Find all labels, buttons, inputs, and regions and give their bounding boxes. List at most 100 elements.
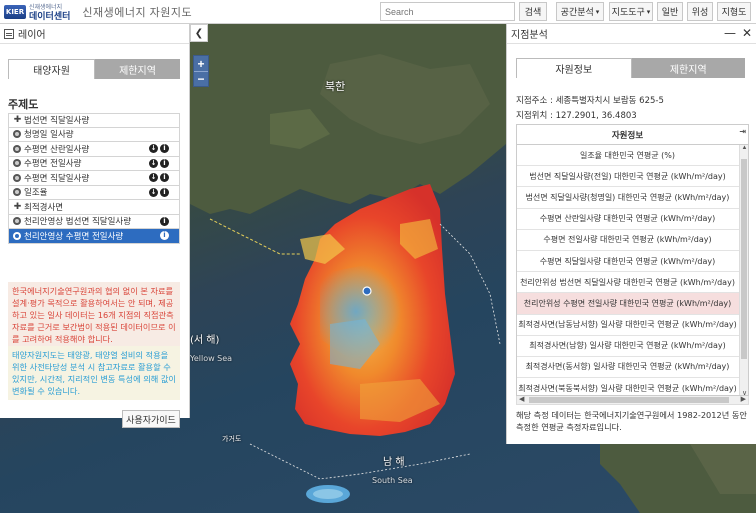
layer-item-clear-sky[interactable]: 청명일 일사량 [8,127,180,142]
label-south-sea: 남 해 [383,457,405,468]
menu-spatial-analysis[interactable]: 공간분석 ▾ [556,2,604,21]
logo-mark: KIER [4,4,26,19]
globe-icon [13,188,21,197]
table-row[interactable]: 수평면 전일사량 대한민국 연평균 (kWh/m²/day) [517,230,748,251]
notice-warning: 한국에너지기술연구원과의 협의 없이 본 자료를 설계·평가 목적으로 활용하여… [8,282,180,348]
search-input[interactable] [380,2,515,21]
layer-item-sunshine[interactable]: 일조율 ↓ i [8,185,180,200]
point-address-block: 지점주소 : 세종특별자치시 보람동 625-5 지점위치 : 127.2901… [516,94,664,124]
info-icon[interactable]: i [160,173,169,182]
scrollbar-thumb[interactable] [741,159,747,359]
table-cell: 수평면 직달일사량 대한민국 연평균 (kWh/m²/day) [539,256,716,266]
globe-icon [13,231,21,240]
tab-resource-info[interactable]: 자원정보 [516,58,632,78]
download-icon[interactable]: ↓ [149,173,158,182]
menu-map-tools[interactable]: 지도도구 ▾ [609,2,653,21]
table-cell: 일조율 대한민국 연평균 (%) [579,150,676,160]
site-title: 신재생에너지 자원지도 [82,6,193,19]
layer-item-dni[interactable]: ✚ 법선면 직달일사량 [8,113,180,128]
table-cell: 최적경사면(남동남서향) 일사량 대한민국 연평균 (kWh/m²/day) [518,320,737,330]
location-label: 지점위치 : [516,111,553,121]
table-vertical-scrollbar[interactable]: ▲ ∨ [739,145,748,395]
table-cell: 최적경사면(동서향) 일사량 대한민국 연평균 (kWh/m²/day) [525,362,730,372]
info-icon[interactable]: i [160,187,169,197]
layer-item-label: 법선면 직달일사량 [24,116,90,127]
table-row[interactable]: 법선면 직달일사량(전일) 대한민국 연평균 (kWh/m²/day) [517,166,748,188]
info-icon[interactable]: i [160,231,169,240]
layer-item-direct[interactable]: 수평면 직달일사량 ↓ i [8,171,180,186]
download-icon[interactable]: ↓ [149,144,158,153]
layer-item-coms-ghi[interactable]: 천리안영상 수평면 전일사량 i [8,229,180,244]
table-cell: 최적경사면(북동북서향) 일사량 대한민국 연평균 (kWh/m²/day) [518,383,737,393]
scroll-up-icon[interactable]: ▲ [740,145,748,151]
layer-item-optimal-tilt[interactable]: ✚ 최적경사면 [8,200,180,215]
tab-restricted-area[interactable]: 제한지역 [95,59,180,79]
globe-icon [13,159,21,168]
point-panel-header: 지점분석 — ✕ [507,24,756,44]
info-icon[interactable]: i [160,158,169,168]
resource-table: 자원정보 ⇥ 일조율 대한민국 연평균 (%) 법선면 직달일사량(전일) 대한민… [516,124,749,396]
basemap-terrain-button[interactable]: 지형도 [717,2,751,21]
user-guide-button[interactable]: 사용자가이드 [122,410,180,428]
table-row[interactable]: 수평면 직달일사량 대한민국 연평균 (kWh/m²/day) [517,251,748,273]
info-icon[interactable]: i [160,216,169,226]
table-cell: 천리안위성 법선면 직달일사량 대한민국 연평균 (kWh/m²/day) [520,277,735,287]
plus-icon[interactable]: ✚ [13,202,22,212]
table-row[interactable]: 일조율 대한민국 연평균 (%) [517,145,748,167]
table-row[interactable]: 최적경사면(남동남서향) 일사량 대한민국 연평균 (kWh/m²/day) [517,315,748,336]
layers-icon [4,28,14,39]
collapse-panel-button[interactable]: ❮ [190,24,208,42]
table-row[interactable]: 수평면 산란일사량 대한민국 연평균 (kWh/m²/day) [517,209,748,230]
layer-item-label: 수평면 전일사량 [24,159,82,170]
layer-tabs: 태양자원 제한지역 [8,59,180,79]
layer-item-ghi[interactable]: 수평면 전일사량 ↓ i [8,156,180,171]
table-row[interactable]: 최적경사면(북동북서향) 일사량 대한민국 연평균 (kWh/m²/day) [517,378,748,395]
close-icon[interactable]: ✕ [742,26,752,40]
point-analysis-panel: 지점분석 — ✕ 자원정보 제한지역 지점주소 : 세종특별자치시 보람동 62… [506,24,756,444]
site-logo[interactable]: KIER 신재생에너지 데이터센터 [0,0,70,24]
zoom-control: + − [193,55,209,87]
point-tabs: 자원정보 제한지역 [516,58,745,78]
chevron-down-icon: ▾ [595,7,600,16]
table-row[interactable]: 천리안위성 법선면 직달일사량 대한민국 연평균 (kWh/m²/day) [517,272,748,294]
layer-item-label: 청명일 일사량 [24,130,74,141]
scrollbar-thumb[interactable] [529,397,729,403]
layer-item-label: 천리안영상 수평면 전일사량 [24,231,124,242]
table-row[interactable]: 최적경사면(남향) 일사량 대한민국 연평균 (kWh/m²/day) [517,336,748,357]
info-icon[interactable]: i [160,144,169,153]
address-label: 지점주소 : [516,96,553,106]
layer-panel-title: 레이어 [18,30,46,41]
scroll-left-icon[interactable]: ◀ [519,395,524,403]
tab-restricted-area[interactable]: 제한지역 [631,58,745,78]
zoom-in-button[interactable]: + [194,56,208,71]
layer-panel: 레이어 태양자원 제한지역 주제도 ✚ 법선면 직달일사량 청명일 일사량 수평… [0,24,190,428]
table-row[interactable]: 법선면 직달일사량(청명일) 대한민국 연평균 (kWh/m²/day) [517,187,748,209]
table-row[interactable]: 최적경사면(동서향) 일사량 대한민국 연평균 (kWh/m²/day) [517,357,748,379]
table-cell: 수평면 전일사량 대한민국 연평균 (kWh/m²/day) [543,235,712,245]
search-button[interactable]: 검색 [519,2,547,21]
basemap-satellite-button[interactable]: 위성 [687,2,713,21]
layer-item-label: 수평면 직달일사량 [24,173,90,184]
download-icon[interactable]: ↓ [149,187,158,197]
table-cell: 법선면 직달일사량(전일) 대한민국 연평균 (kWh/m²/day) [529,171,726,181]
minimize-icon[interactable]: — [724,26,736,40]
layer-item-diffuse[interactable]: 수평면 산란일사량 ↓ i [8,142,180,157]
layer-item-label: 수평면 산란일사량 [24,144,90,155]
notice-info: 태양자원지도는 태양광, 태양열 설비의 적용을 위한 사전타당성 분석 시 참… [8,346,180,400]
download-icon[interactable]: ↓ [149,158,158,168]
scroll-right-icon[interactable]: ▶ [741,395,746,403]
basemap-general-button[interactable]: 일반 [657,2,683,21]
layer-item-coms-dni[interactable]: 천리안영상 법선면 직달일사량 i [8,214,180,229]
chevron-down-icon: ▾ [646,7,651,16]
label-north-korea: 북한 [325,80,346,93]
table-horizontal-scrollbar[interactable]: ◀ ▶ [516,396,749,405]
plus-icon[interactable]: ✚ [13,115,22,125]
table-header-label: 자원정보 [611,130,644,141]
table-row[interactable]: 천리안위성 수평면 전일사량 대한민국 연평균 (kWh/m²/day) [517,293,748,315]
table-cell: 최적경사면(남향) 일사량 대한민국 연평균 (kWh/m²/day) [529,341,726,351]
table-header: 자원정보 ⇥ [517,125,748,145]
zoom-out-button[interactable]: − [194,71,208,86]
table-cell: 수평면 산란일사량 대한민국 연평균 (kWh/m²/day) [539,214,716,224]
tab-solar-resource[interactable]: 태양자원 [8,59,95,79]
label-yellow-sea-en: Yellow Sea [190,354,233,363]
